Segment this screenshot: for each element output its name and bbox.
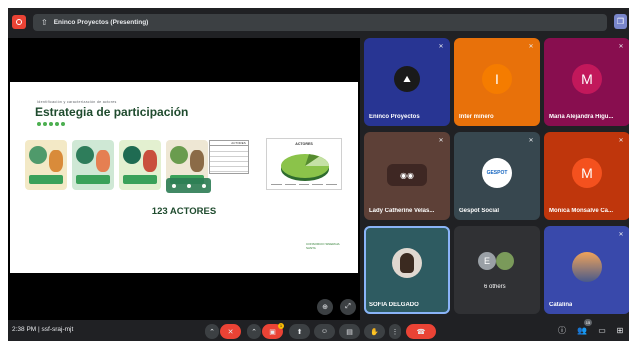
fullscreen-icon[interactable]: ⤢ [340,299,356,315]
participant-name: SOFIA DELGADO [369,302,419,308]
participant-tile[interactable]: SOFIA DELGADO [364,226,450,314]
participant-name: 6 others [484,284,506,290]
actors-count: 123 ACTORES [151,206,217,217]
more-icon[interactable]: ⋮ [389,324,401,339]
avatar: M [572,64,602,94]
participant-tile[interactable]: ✕ GESPOT Gespot Social [454,132,540,220]
actors-table: ACTORES [209,140,249,174]
zoom-icon[interactable]: ⊕ [317,299,333,315]
top-bar: ⇧ Eninco Proyectos (Presenting) ❐ [8,8,629,36]
participant-name: Eninco Proyectos [369,114,420,120]
avatar: GESPOT [482,158,512,188]
mic-off-icon: ✕ [528,44,534,50]
participants-count-badge: 15 [584,319,592,326]
present-icon: ⇧ [41,18,48,27]
participant-name: Inter minero [459,114,494,120]
illustration-3 [119,140,161,190]
mic-off-icon: ✕ [438,138,444,144]
people-icon[interactable]: 👥 [576,325,588,337]
participant-tile[interactable]: ✕ M Maria Alejandra Higu... [544,38,629,126]
avatar [496,252,514,270]
participant-tile[interactable]: ✕ M Monica Monsalve Ca... [544,132,629,220]
slide-title: Estrategia de participación [35,105,189,119]
presentation-stage: Identificación y caracterización de acto… [8,38,360,320]
notification-badge: 1 [278,323,284,329]
chart-legend [271,184,337,186]
actors-pie-chart: ACTORES [266,138,342,190]
avatar: ⛰ [394,66,420,92]
slide-player-controls[interactable] [166,178,211,193]
activities-icon[interactable]: ⊞ [614,325,626,337]
mic-off-icon: ✕ [528,138,534,144]
slide-eyebrow: Identificación y caracterización de acto… [37,100,117,104]
avatar: ◉◉ [387,164,427,186]
slide-dots [37,122,65,126]
audio-options-button[interactable]: ⌃ [205,324,219,339]
participant-name: Catalina [549,302,573,308]
avatar [572,252,602,282]
participant-tile[interactable]: ✕ I Inter minero [454,38,540,126]
time-and-meeting-code: 2:38 PM | ssf-sraj-mjt [12,326,74,333]
consortium-logo: CONSORCIO SINERGIA SANTA [306,242,340,250]
illustration-1 [25,140,67,190]
mic-off-icon: ✕ [618,138,624,144]
participant-name: Lady Catherine Velas... [369,208,435,214]
participant-name: Gespot Social [459,208,500,214]
emoji-icon[interactable]: ☺ [314,324,335,339]
table-header-actores: ACTORES [231,141,246,145]
present-now-icon[interactable]: ⬆ [289,324,310,339]
pie-graphic [281,154,329,181]
avatar: E [478,252,496,270]
mic-off-icon[interactable]: ✕ [220,324,241,339]
illustration-2 [72,140,114,190]
participant-name: Maria Alejandra Higu... [549,114,614,120]
record-icon[interactable] [12,15,26,29]
raise-hand-icon[interactable]: ✋ [364,324,385,339]
presenting-title: Eninco Proyectos (Presenting) [53,19,149,26]
avatar: I [482,64,512,94]
chat-icon[interactable]: ▭ [596,325,608,337]
presenting-bar[interactable]: ⇧ Eninco Proyectos (Presenting) [33,14,607,31]
chart-title: ACTORES [295,142,313,146]
bottom-bar: 2:38 PM | ssf-sraj-mjt ⌃ ✕ ⌃ ▣ 1 ⬆ ☺ ▤ ✋… [8,319,629,341]
participant-tile[interactable]: ✕ ⛰ Eninco Proyectos [364,38,450,126]
avatar [392,248,422,278]
video-options-button[interactable]: ⌃ [247,324,261,339]
mic-off-icon: ✕ [618,232,624,238]
mic-off-icon: ✕ [438,44,444,50]
captions-icon[interactable]: ▤ [339,324,360,339]
hangup-icon[interactable]: ☎ [406,324,436,339]
participant-name: Monica Monsalve Ca... [549,208,614,214]
info-icon[interactable]: ⓘ [556,325,568,337]
sidebar-icon[interactable]: ❐ [614,14,627,29]
shared-slide: Identificación y caracterización de acto… [10,82,358,273]
participant-tile[interactable]: ✕ Catalina [544,226,629,314]
mic-off-icon: ✕ [618,44,624,50]
avatar: M [572,158,602,188]
participant-tile[interactable]: ✕ ◉◉ Lady Catherine Velas... [364,132,450,220]
meet-window: ⇧ Eninco Proyectos (Presenting) ❐ Identi… [8,8,629,341]
participant-tile[interactable]: E 6 others [454,226,540,314]
